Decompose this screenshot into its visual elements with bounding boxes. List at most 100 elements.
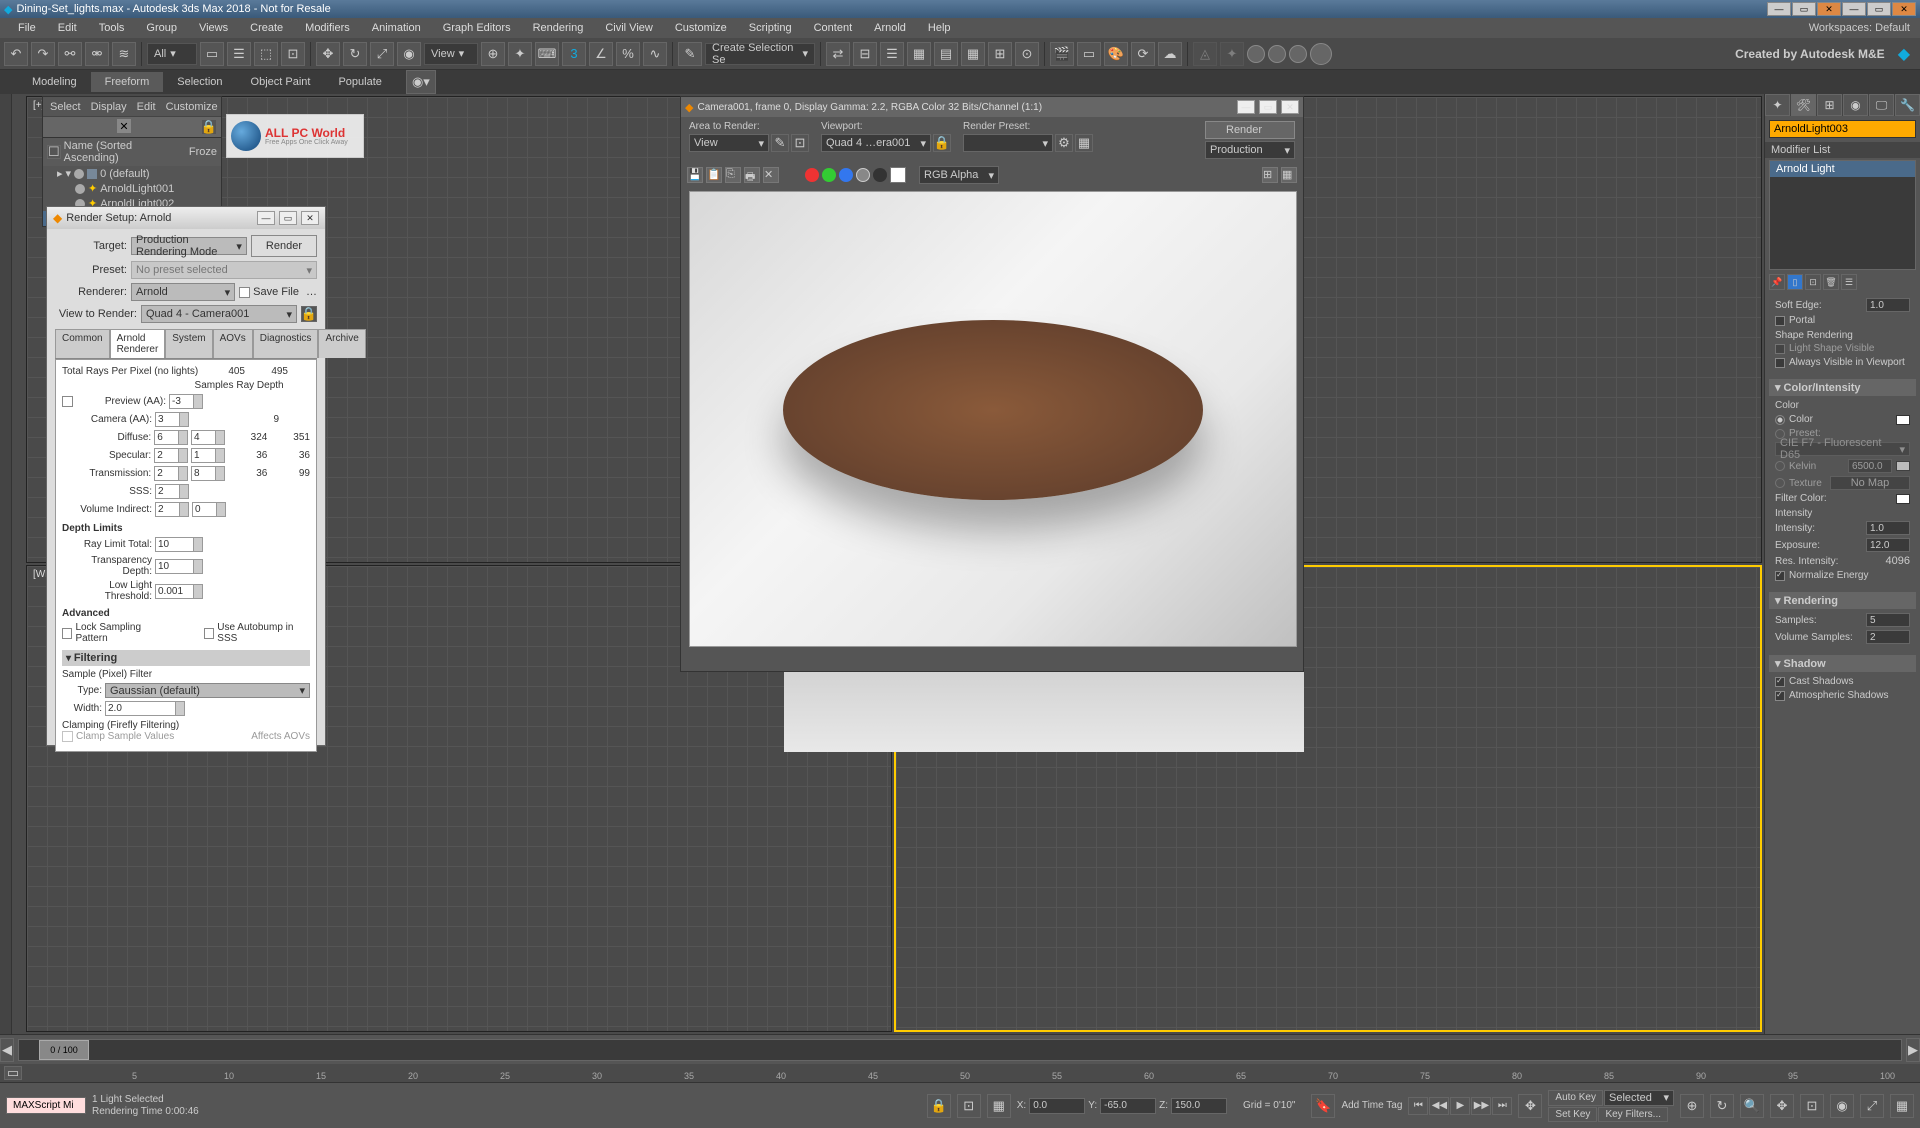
lock-viewport-button[interactable]: 🔒 (933, 134, 951, 152)
sss-samples[interactable]: 2 (155, 484, 189, 499)
edit-selection-button[interactable]: ✎ (678, 42, 702, 66)
clamp-values-check[interactable] (62, 731, 73, 742)
pivot-button[interactable]: ⊕ (481, 42, 505, 66)
scale-button[interactable]: ⤢ (370, 42, 394, 66)
vol-depth[interactable]: 0 (192, 502, 226, 517)
undo-button[interactable]: ↶ (4, 42, 28, 66)
save-file-checkbox[interactable] (239, 287, 250, 298)
restore2-button[interactable]: ▭ (1867, 2, 1891, 16)
menu-tools[interactable]: Tools (89, 20, 135, 36)
save-image-button[interactable]: 💾 (687, 167, 703, 183)
camera-aa-spinner[interactable]: 3 (155, 412, 189, 427)
intensity-spinner[interactable]: 1.0 (1866, 521, 1910, 535)
vol-samples-spinner[interactable]: 2 (1866, 630, 1910, 644)
next-frame-button[interactable]: ▶▶ (1471, 1097, 1491, 1115)
alpha-channel-button[interactable] (856, 168, 870, 182)
material-editor-button[interactable]: ⊙ (1015, 42, 1039, 66)
play-button[interactable]: ▶ (1450, 1097, 1470, 1115)
render-setup-button[interactable]: 🎬 (1050, 42, 1074, 66)
redo-button[interactable]: ↷ (31, 42, 55, 66)
menu-create[interactable]: Create (240, 20, 293, 36)
modifier-stack[interactable]: Arnold Light (1769, 160, 1916, 270)
move-button[interactable]: ✥ (316, 42, 340, 66)
keyboard-button[interactable]: ⌨ (535, 42, 559, 66)
clone-button[interactable]: ⎘ (725, 167, 741, 183)
tab-selection[interactable]: Selection (163, 72, 236, 92)
light-shape-checkbox[interactable] (1775, 344, 1785, 354)
renderer-dropdown[interactable]: Arnold▾ (131, 283, 235, 301)
blue-channel-button[interactable] (839, 168, 853, 182)
nav7-button[interactable]: ⤢ (1860, 1094, 1884, 1118)
trackbar-toggle[interactable]: ▭ (4, 1066, 22, 1080)
filter-color-swatch[interactable] (1896, 494, 1910, 504)
curve-editor-button[interactable]: ▤ (934, 42, 958, 66)
cp-tab-modify[interactable]: 🛠 (1791, 94, 1816, 116)
remove-mod-button[interactable]: 🗑 (1823, 274, 1839, 290)
prev-frame-button[interactable]: ◀◀ (1429, 1097, 1449, 1115)
bind-button[interactable]: ≋ (112, 42, 136, 66)
x-coordinate-input[interactable] (1029, 1098, 1085, 1114)
cp-tab-create[interactable]: ✦ (1765, 94, 1790, 116)
normalize-checkbox[interactable] (1775, 571, 1785, 581)
production-dropdown[interactable]: Production▾ (1205, 141, 1295, 159)
rendered-frame-button[interactable]: ▭ (1077, 42, 1101, 66)
scene-close-button[interactable]: ✕ (117, 119, 131, 133)
nav3-button[interactable]: 🔍 (1740, 1094, 1764, 1118)
color-swatch[interactable] (1896, 415, 1910, 425)
preview-aa-spinner[interactable]: -3 (169, 394, 203, 409)
portal-checkbox[interactable] (1775, 316, 1785, 326)
rendering-rollout[interactable]: ▾ Rendering (1769, 592, 1916, 609)
menu-modifiers[interactable]: Modifiers (295, 20, 360, 36)
specular-samples[interactable]: 2 (154, 448, 188, 463)
render-button[interactable]: Render (251, 235, 317, 257)
render-iter-button[interactable]: ⟳ (1131, 42, 1155, 66)
minimize2-button[interactable]: — (1842, 2, 1866, 16)
transp-depth-spinner[interactable]: 10 (155, 559, 203, 574)
clear-button[interactable]: ✕ (763, 167, 779, 183)
low-light-spinner[interactable]: 0.001 (155, 584, 203, 599)
render-setup-titlebar[interactable]: ◆ Render Setup: Arnold — ▭ ✕ (47, 207, 325, 229)
menu-graph-editors[interactable]: Graph Editors (433, 20, 521, 36)
menu-civil-view[interactable]: Civil View (595, 20, 662, 36)
select-object-button[interactable]: ▭ (200, 42, 224, 66)
cp-tab-hierarchy[interactable]: ⊞ (1817, 94, 1842, 116)
shadow-rollout[interactable]: ▾ Shadow (1769, 655, 1916, 672)
atmos-shadows-checkbox[interactable] (1775, 691, 1785, 701)
nav6-button[interactable]: ◉ (1830, 1094, 1854, 1118)
render-cloud-button[interactable]: ☁ (1158, 42, 1182, 66)
scene-tool-customize[interactable]: Customize (162, 101, 222, 113)
time-ruler[interactable]: ▭ 51015202530354045505560657075808590951… (0, 1064, 1920, 1082)
key-target-dropdown[interactable]: Selected▾ (1604, 1090, 1674, 1106)
menu-animation[interactable]: Animation (362, 20, 431, 36)
ribbon-overflow[interactable]: ◉▾ (406, 70, 436, 94)
kelvin-swatch[interactable] (1896, 461, 1910, 471)
rfw-titlebar[interactable]: ◆ Camera001, frame 0, Display Gamma: 2.2… (681, 97, 1303, 117)
scene-tool-display[interactable]: Display (87, 101, 131, 113)
scene-root[interactable]: ▸▾ 0 (default) (43, 166, 221, 181)
time-config-button[interactable]: ✥ (1518, 1094, 1542, 1118)
area-dropdown[interactable]: View▾ (689, 134, 769, 152)
tab-freeform[interactable]: Freeform (91, 72, 164, 92)
green-channel-button[interactable] (822, 168, 836, 182)
menu-content[interactable]: Content (804, 20, 863, 36)
color-intensity-rollout[interactable]: ▾ Color/Intensity (1769, 379, 1916, 396)
scene-item-light1[interactable]: ✦ArnoldLight001 (43, 181, 221, 196)
view-dropdown[interactable]: Quad 4 - Camera001▾ (141, 305, 297, 323)
toggle-overlay-button[interactable]: ▦ (1281, 167, 1297, 183)
ref-coord-dropdown[interactable]: View▾ (424, 43, 478, 65)
percent-snap-button[interactable]: % (616, 42, 640, 66)
named-selection[interactable]: Create Selection Se▾ (705, 43, 815, 65)
selection-filter[interactable]: All▾ (147, 43, 197, 65)
rs-tab-system[interactable]: System (165, 329, 212, 358)
menu-views[interactable]: Views (189, 20, 238, 36)
copy-image-button[interactable]: 📋 (706, 167, 722, 183)
signin3-button[interactable] (1289, 45, 1307, 63)
restore-button[interactable]: ▭ (1792, 2, 1816, 16)
minimize-button[interactable]: — (1767, 2, 1791, 16)
scene-column-header[interactable]: ☐ Name (Sorted Ascending) Froze (43, 138, 221, 166)
menu-rendering[interactable]: Rendering (523, 20, 594, 36)
make-unique-button[interactable]: ⊡ (1805, 274, 1821, 290)
toggle-ui-button[interactable]: ⊞ (1262, 167, 1278, 183)
autobump-check[interactable] (204, 628, 214, 639)
vol-samples[interactable]: 2 (155, 502, 189, 517)
